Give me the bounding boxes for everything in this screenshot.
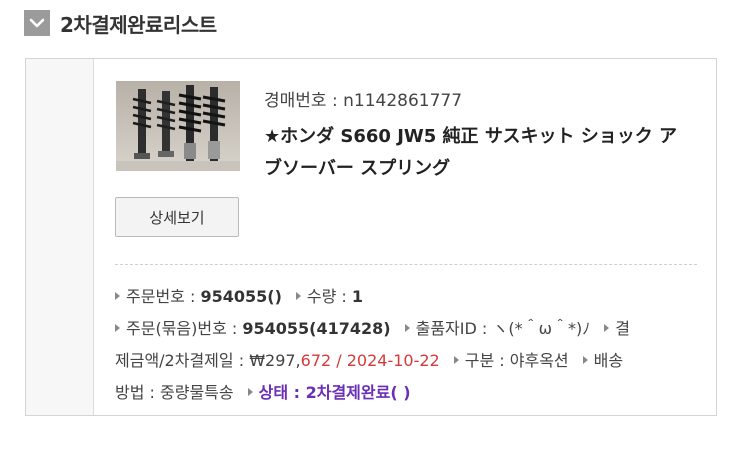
shipping-label-part-2: 방법 : — [115, 383, 161, 402]
bundle-no-value: 954055(417428) — [242, 319, 391, 338]
seller-id-value: ヽ(*＾ω＾*)ﾉ — [492, 319, 591, 338]
payment-label-part-2: 제금액/2차결제일 : — [115, 351, 250, 370]
bullet-icon — [604, 323, 610, 332]
qty-value: 1 — [351, 287, 364, 306]
payment-label-part-1: 결 — [615, 319, 630, 338]
chevron-down-icon — [29, 18, 45, 28]
shipping-label-part-1: 배송 — [593, 351, 624, 370]
section-header: 2차결제완료리스트 — [24, 9, 217, 37]
order-no-label: 주문번호 : — [126, 287, 201, 306]
order-info: 주문번호 : 954055() 수량 : 1 주문(묶음)번호 : 954055(… — [115, 281, 705, 409]
auction-number: 경매번호 : n1142861777 — [264, 86, 462, 111]
card-left-column — [26, 59, 94, 415]
bullet-icon — [295, 291, 301, 300]
shipping-method: 중량물특송 — [160, 383, 234, 402]
bullet-icon — [115, 323, 120, 332]
status-label: 상태 : — [258, 383, 306, 402]
divider — [115, 264, 697, 265]
order-info-line-2: 주문(묶음)번호 : 954055(417428) 출품자ID : ヽ(*＾ω＾*… — [115, 313, 705, 345]
bullet-icon — [404, 323, 410, 332]
qty-label: 수량 : — [306, 287, 352, 306]
bundle-no-label: 주문(묶음)번호 : — [126, 319, 243, 338]
detail-view-button[interactable]: 상세보기 — [115, 197, 239, 237]
bullet-icon — [453, 355, 459, 364]
category-label: 구분 : — [464, 351, 510, 370]
bullet-icon — [115, 291, 120, 300]
payment-date: 672 / 2024-10-22 — [300, 351, 440, 370]
product-thumbnail[interactable] — [116, 81, 240, 171]
bullet-icon — [247, 387, 253, 396]
category-value: 야후옥션 — [509, 351, 569, 370]
order-info-line-4: 방법 : 중량물특송 상태 : 2차결제완료( ) — [115, 377, 705, 409]
section-title: 2차결제완료리스트 — [60, 12, 217, 37]
payment-amount: ₩297, — [249, 351, 301, 370]
status-value[interactable]: 2차결제완료( ) — [306, 383, 411, 402]
auction-number-label: 경매번호 : — [264, 91, 344, 111]
seller-id-label: 출품자ID : — [415, 319, 493, 338]
item-title[interactable]: ★ホンダ S660 JW5 純正 サスキット ショック アブソーバー スプリング — [264, 121, 694, 185]
bullet-icon — [582, 355, 588, 364]
order-info-line-1: 주문번호 : 954055() 수량 : 1 — [115, 281, 705, 313]
order-no-value: 954055() — [200, 287, 282, 306]
collapse-toggle[interactable] — [24, 10, 50, 36]
order-card: 경매번호 : n1142861777 ★ホンダ S660 JW5 純正 サスキッ… — [25, 58, 717, 416]
auction-number-value: n1142861777 — [343, 91, 463, 111]
order-info-line-3: 제금액/2차결제일 : ₩297,672 / 2024-10-22 구분 : 야후… — [115, 345, 705, 377]
